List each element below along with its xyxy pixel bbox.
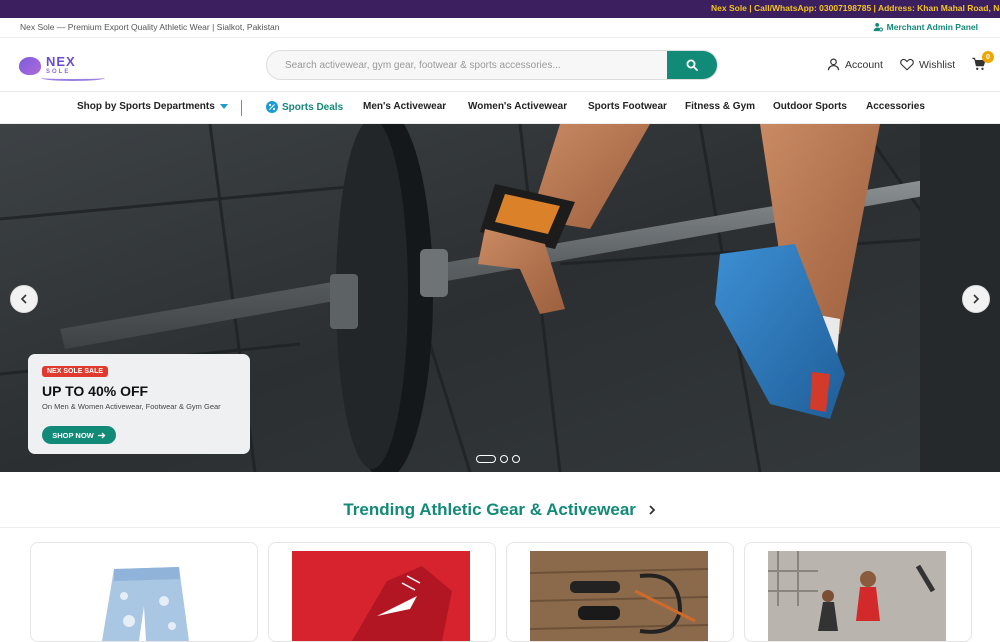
site-header: NEX SOLE Account Wishlist 0: [0, 38, 1000, 92]
nav-womens-activewear[interactable]: Women's Activewear: [468, 101, 567, 112]
promo-headline: UP TO 40% OFF: [42, 383, 149, 399]
slide-dot-2[interactable]: [500, 455, 508, 463]
chevron-right-icon: [649, 505, 655, 515]
product-card[interactable]: [506, 542, 734, 642]
nav-accessories[interactable]: Accessories: [866, 101, 925, 112]
store-logo[interactable]: NEX SOLE: [19, 53, 109, 81]
cart-count-badge: 0: [982, 51, 994, 63]
product-image-red-sneaker: [292, 551, 470, 641]
section-divider: [0, 527, 1000, 528]
announcement-bar: Nex Sole | Call/WhatsApp: 03007198785 | …: [0, 0, 1000, 18]
slide-dot-1[interactable]: [476, 455, 496, 463]
sports-deals-label: Sports Deals: [282, 101, 344, 113]
percent-badge-icon: [266, 101, 278, 113]
search-bar: [266, 50, 718, 80]
merchant-admin-label: Merchant Admin Panel: [886, 22, 978, 32]
search-button[interactable]: [667, 51, 717, 79]
announcement-ticker: Nex Sole | Call/WhatsApp: 03007198785 | …: [711, 3, 1000, 13]
sale-tag: NEX SOLE SALE: [42, 366, 109, 377]
nav-sports-footwear[interactable]: Sports Footwear: [588, 101, 667, 112]
search-input[interactable]: [267, 51, 667, 79]
logo-name: NEX: [46, 54, 76, 69]
chevron-left-icon: [20, 294, 27, 304]
search-icon: [686, 59, 698, 71]
wishlist-label: Wishlist: [919, 58, 956, 71]
promo-subtext: On Men & Women Activewear, Footwear & Gy…: [42, 402, 221, 411]
dumbbells-image: [530, 551, 708, 641]
account-link[interactable]: Account: [827, 58, 883, 71]
product-card[interactable]: [744, 542, 972, 642]
product-card[interactable]: [30, 542, 258, 642]
info-bar: Nex Sole — Premium Export Quality Athlet…: [0, 18, 1000, 38]
nav-fitness-gym[interactable]: Fitness & Gym: [685, 101, 755, 112]
product-image-denim-shorts: [54, 551, 232, 641]
trending-section-title[interactable]: Trending Athletic Gear & Activewear: [0, 500, 1000, 520]
slide-dot-3[interactable]: [512, 455, 520, 463]
product-image-dumbbells: [530, 551, 708, 641]
main-nav: Shop by Sports Departments Sports Deals …: [0, 92, 1000, 124]
user-gear-icon: [873, 23, 883, 32]
logo-swoosh: [41, 75, 105, 81]
product-card[interactable]: [268, 542, 496, 642]
product-image-fitness-class: [768, 551, 946, 641]
nav-sports-deals[interactable]: Sports Deals: [266, 101, 343, 113]
account-label: Account: [845, 58, 883, 71]
arrow-right-icon: [97, 432, 106, 438]
hero-prev-button[interactable]: [10, 285, 38, 313]
hero-slide-dots: [476, 455, 520, 463]
departments-label: Shop by Sports Departments: [77, 101, 215, 112]
hero-promo-card: NEX SOLE SALE UP TO 40% OFF On Men & Wom…: [28, 354, 250, 454]
nav-mens-activewear[interactable]: Men's Activewear: [363, 101, 446, 112]
merchant-admin-link[interactable]: Merchant Admin Panel: [873, 22, 978, 32]
logo-mark: [19, 57, 41, 75]
shop-now-button[interactable]: SHOP NOW: [42, 426, 116, 444]
red-sneaker-image: [292, 551, 470, 641]
hero-next-button[interactable]: [962, 285, 990, 313]
nav-outdoor-sports[interactable]: Outdoor Sports: [773, 101, 847, 112]
trending-title-text: Trending Athletic Gear & Activewear: [343, 500, 636, 519]
denim-shorts-image: [54, 551, 232, 641]
cart-button[interactable]: 0: [972, 51, 994, 76]
caret-down-icon: [219, 103, 228, 109]
heart-icon: [900, 58, 914, 71]
store-tagline: Nex Sole — Premium Export Quality Athlet…: [20, 22, 280, 32]
user-icon: [827, 58, 840, 71]
chevron-right-icon: [973, 294, 980, 304]
departments-menu[interactable]: Shop by Sports Departments: [77, 101, 228, 112]
shop-now-label: SHOP NOW: [52, 430, 94, 440]
wishlist-link[interactable]: Wishlist: [900, 58, 955, 71]
nav-divider: [241, 100, 242, 116]
fitness-class-image: [768, 551, 946, 641]
